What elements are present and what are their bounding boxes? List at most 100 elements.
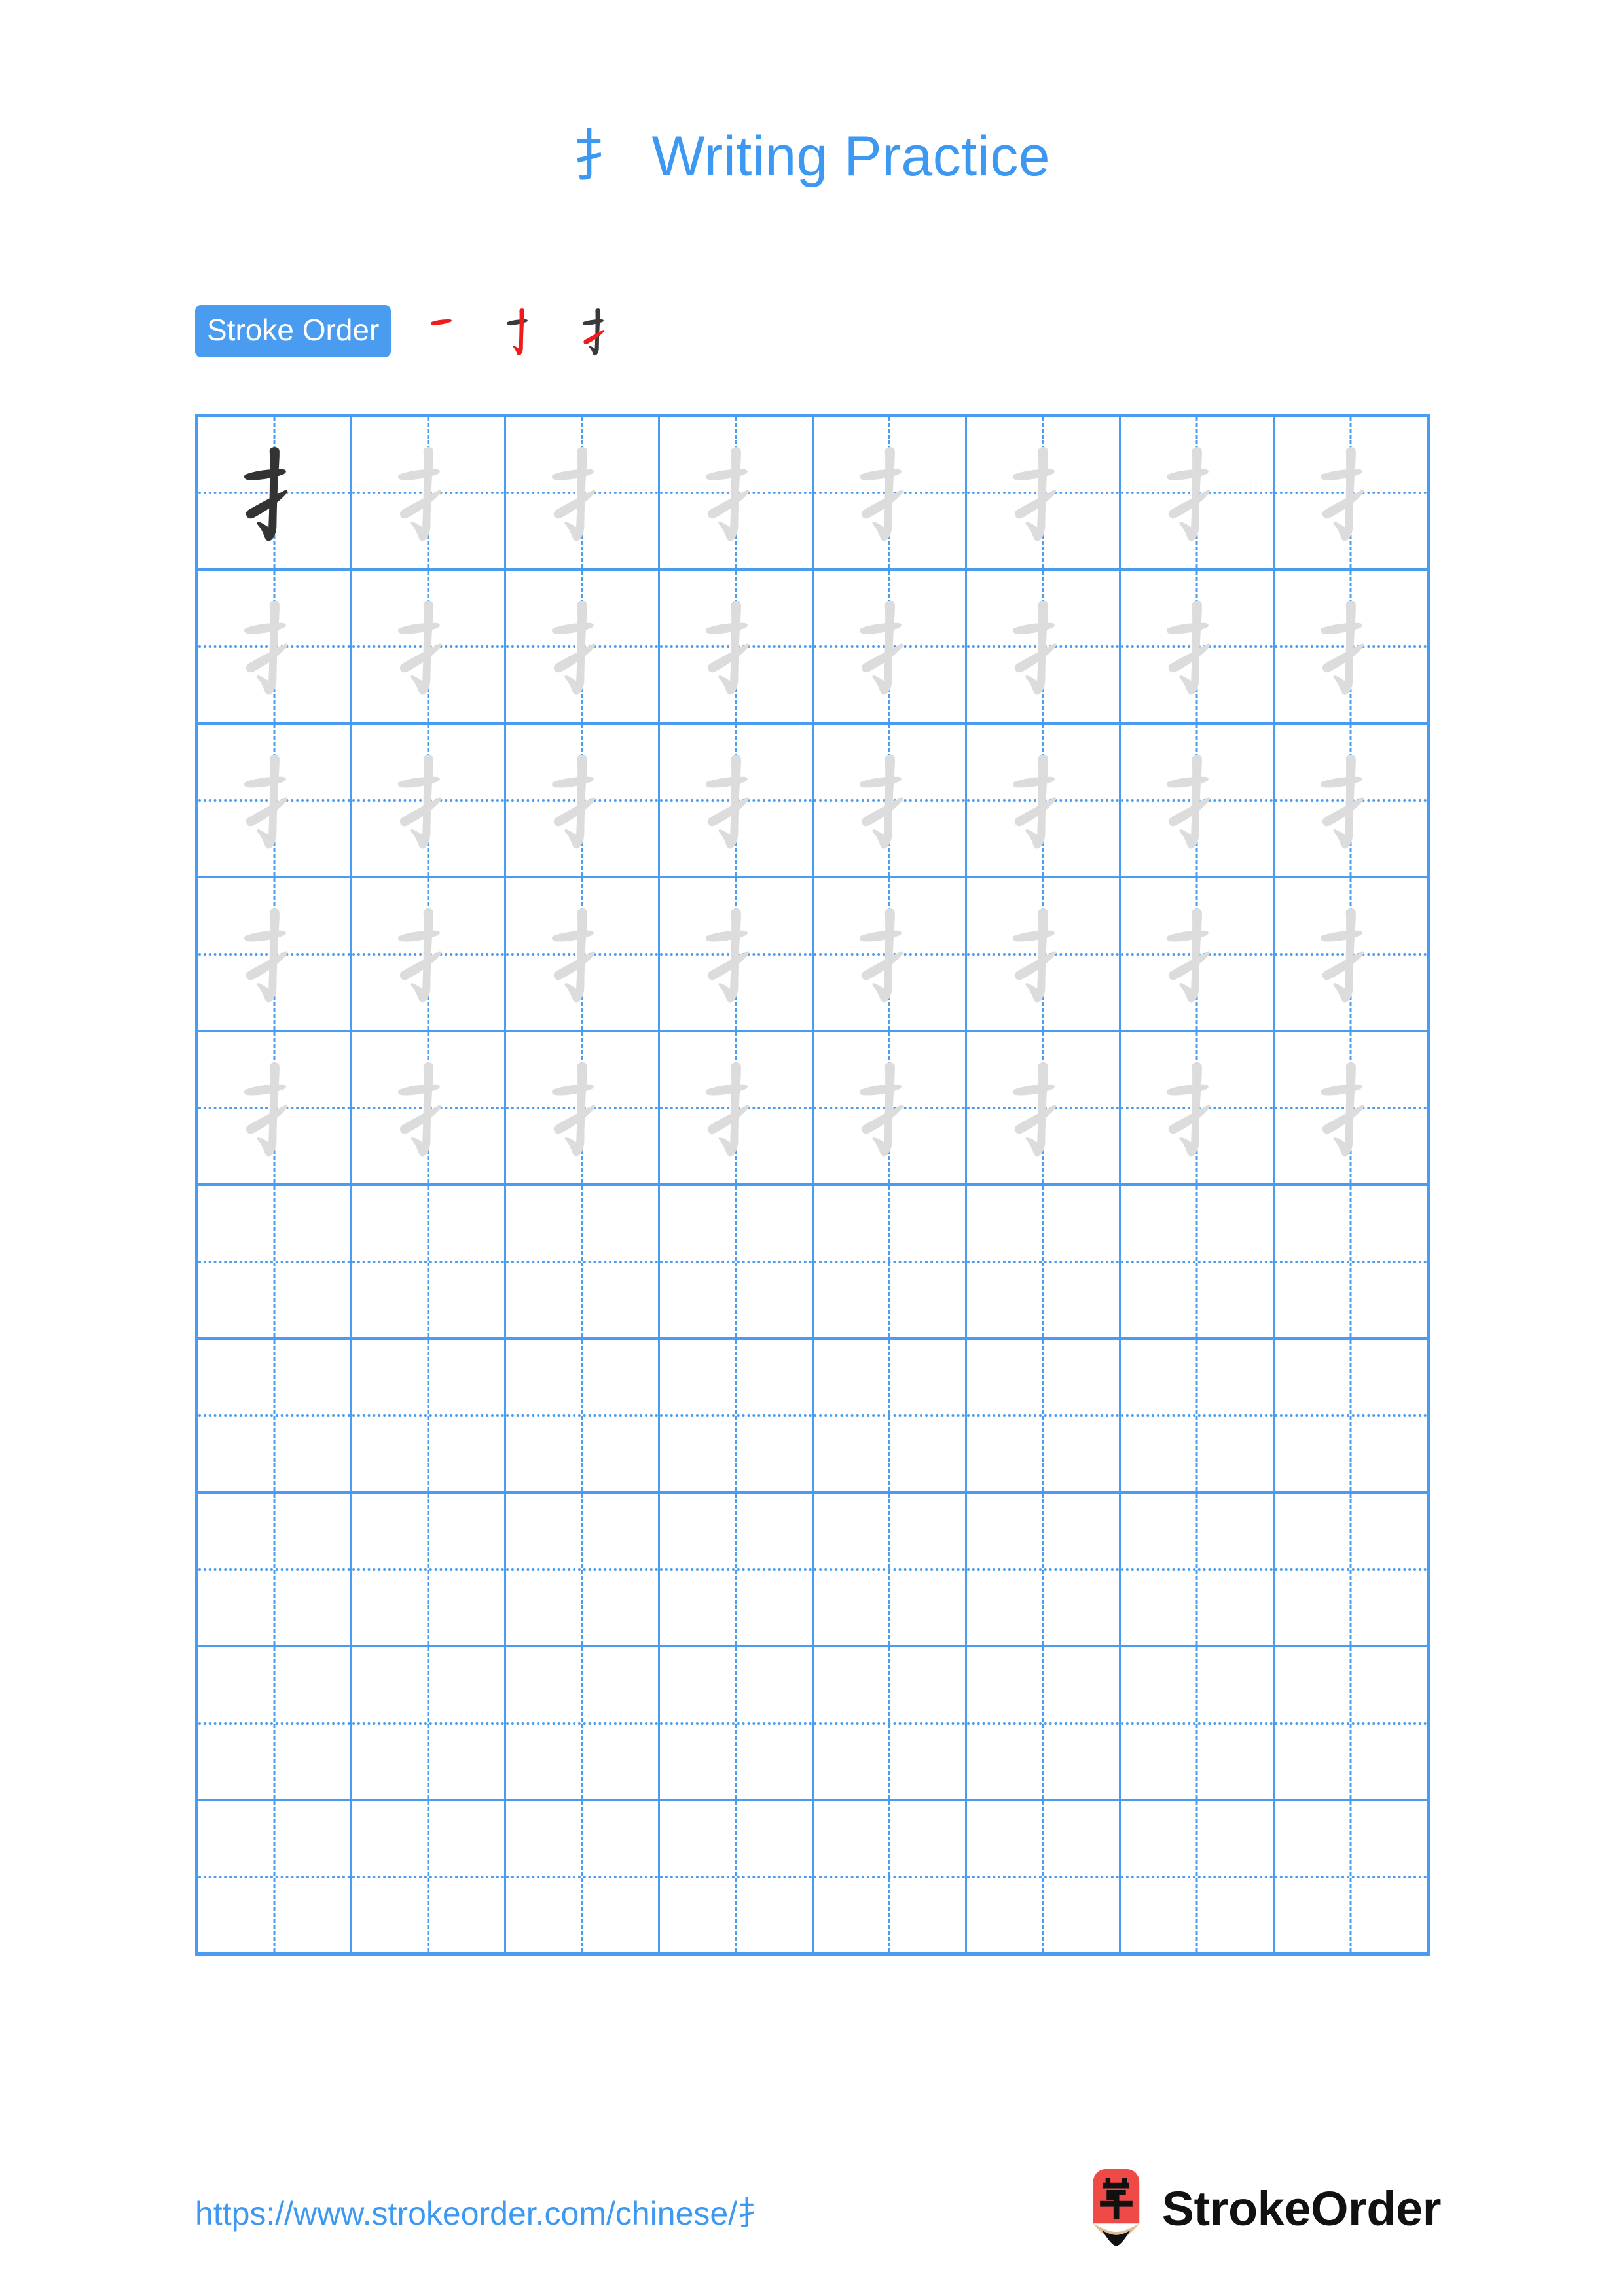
practice-grid-cell[interactable] (1275, 1647, 1427, 1799)
cell-character-glyph (967, 571, 1119, 722)
practice-grid-cell[interactable] (660, 725, 814, 876)
stroke-ti (553, 951, 595, 980)
practice-grid-cell[interactable] (198, 571, 352, 722)
practice-grid-cell[interactable] (1275, 1032, 1427, 1183)
practice-grid-cell[interactable] (967, 1186, 1122, 1337)
practice-grid-cell[interactable] (506, 725, 660, 876)
practice-grid-cell[interactable] (352, 417, 506, 568)
practice-grid-cell[interactable] (506, 1647, 660, 1799)
practice-grid-cell[interactable] (660, 1032, 814, 1183)
practice-grid-cell[interactable] (814, 878, 968, 1030)
practice-grid-cell[interactable] (814, 1801, 968, 1952)
stroke-ti (1169, 797, 1211, 827)
practice-grid-cell[interactable] (967, 725, 1122, 876)
practice-grid-cell[interactable] (814, 1340, 968, 1491)
practice-grid-cell[interactable] (814, 1647, 968, 1799)
practice-grid-cell[interactable] (1121, 1494, 1275, 1645)
practice-grid-cell[interactable] (352, 1801, 506, 1952)
practice-grid-cell[interactable] (1275, 1186, 1427, 1337)
practice-grid-cell[interactable] (506, 571, 660, 722)
practice-grid-cell[interactable] (814, 1186, 968, 1337)
practice-grid-cell[interactable] (814, 1494, 968, 1645)
practice-grid-cell[interactable] (660, 1186, 814, 1337)
practice-grid-cell[interactable] (1121, 1801, 1275, 1952)
practice-grid-cell[interactable] (506, 878, 660, 1030)
practice-grid-cell[interactable] (967, 1032, 1122, 1183)
practice-grid-cell[interactable] (1275, 417, 1427, 568)
practice-grid-cell[interactable] (967, 1647, 1122, 1799)
practice-grid-cell[interactable] (1121, 725, 1275, 876)
practice-grid-cell[interactable] (660, 1340, 814, 1491)
stroke-ti (1015, 643, 1057, 673)
practice-grid-cell[interactable] (506, 1494, 660, 1645)
practice-grid-cell[interactable] (198, 1801, 352, 1952)
practice-grid-cell[interactable] (352, 1186, 506, 1337)
practice-grid-cell[interactable] (967, 1801, 1122, 1952)
practice-grid-cell[interactable] (352, 1647, 506, 1799)
practice-grid-cell[interactable] (352, 1032, 506, 1183)
stroke-ti (861, 490, 903, 519)
footer-url-link[interactable]: https://www.strokeorder.com/chinese/扌 (195, 2187, 770, 2234)
practice-grid-cell[interactable] (814, 417, 968, 568)
practice-grid-cell[interactable] (660, 878, 814, 1030)
stroke-shu-gou (410, 755, 433, 849)
brand-lockup: StrokeOrder (1085, 2169, 1442, 2250)
practice-grid-cell[interactable] (1121, 1647, 1275, 1799)
practice-grid-cell[interactable] (506, 1801, 660, 1952)
stroke-shu-gou (1025, 755, 1049, 849)
stroke-shu-gou (871, 1062, 895, 1157)
stroke-ti (1322, 490, 1364, 519)
stroke-heng (1321, 1084, 1362, 1096)
practice-grid-cell[interactable] (352, 878, 506, 1030)
practice-grid-cell[interactable] (506, 417, 660, 568)
practice-grid-cell[interactable] (660, 1494, 814, 1645)
cell-character-glyph (198, 878, 350, 1030)
practice-grid-cell[interactable] (198, 1494, 352, 1645)
practice-grid-cell[interactable] (814, 725, 968, 876)
practice-grid-cell[interactable] (814, 571, 968, 722)
practice-grid-cell[interactable] (1275, 1801, 1427, 1952)
practice-grid-cell[interactable] (198, 1340, 352, 1491)
stroke-shu-gou (564, 1062, 587, 1157)
practice-grid-cell[interactable] (660, 417, 814, 568)
practice-grid-cell[interactable] (506, 1032, 660, 1183)
practice-grid-cell[interactable] (352, 1340, 506, 1491)
practice-grid-cell[interactable] (1275, 725, 1427, 876)
practice-grid-cell[interactable] (1275, 1340, 1427, 1491)
practice-grid-cell[interactable] (198, 1032, 352, 1183)
brand-name: StrokeOrder (1161, 2181, 1442, 2236)
practice-grid-cell[interactable] (967, 878, 1122, 1030)
practice-grid-cell[interactable] (660, 1647, 814, 1799)
practice-grid-cell[interactable] (1121, 417, 1275, 568)
practice-grid-cell[interactable] (198, 725, 352, 876)
practice-grid-cell[interactable] (1275, 1494, 1427, 1645)
practice-grid-cell[interactable] (198, 417, 352, 568)
practice-grid-cell[interactable] (198, 1647, 352, 1799)
practice-grid-cell[interactable] (967, 571, 1122, 722)
practice-grid-cell[interactable] (967, 1494, 1122, 1645)
cell-character-glyph (967, 1032, 1119, 1183)
practice-grid-cell[interactable] (198, 878, 352, 1030)
stroke-heng (705, 776, 748, 788)
practice-grid-cell[interactable] (198, 1186, 352, 1337)
practice-grid-cell[interactable] (1121, 1340, 1275, 1491)
stroke-shu-gou (257, 1062, 280, 1157)
practice-grid-cell[interactable] (352, 725, 506, 876)
practice-grid-cell[interactable] (967, 417, 1122, 568)
practice-grid-cell[interactable] (660, 1801, 814, 1952)
practice-grid-cell[interactable] (814, 1032, 968, 1183)
practice-grid-cell[interactable] (1275, 878, 1427, 1030)
stroke-heng (551, 930, 594, 942)
practice-grid-cell[interactable] (1121, 1032, 1275, 1183)
practice-grid-cell[interactable] (506, 1340, 660, 1491)
practice-grid-cell[interactable] (1275, 571, 1427, 722)
practice-grid-cell[interactable] (352, 1494, 506, 1645)
practice-grid-cell[interactable] (1121, 878, 1275, 1030)
stroke-shu-gou (257, 447, 280, 541)
practice-grid-cell[interactable] (967, 1340, 1122, 1491)
practice-grid-cell[interactable] (506, 1186, 660, 1337)
practice-grid-cell[interactable] (1121, 1186, 1275, 1337)
practice-grid-cell[interactable] (1121, 571, 1275, 722)
practice-grid-cell[interactable] (660, 571, 814, 722)
practice-grid-cell[interactable] (352, 571, 506, 722)
